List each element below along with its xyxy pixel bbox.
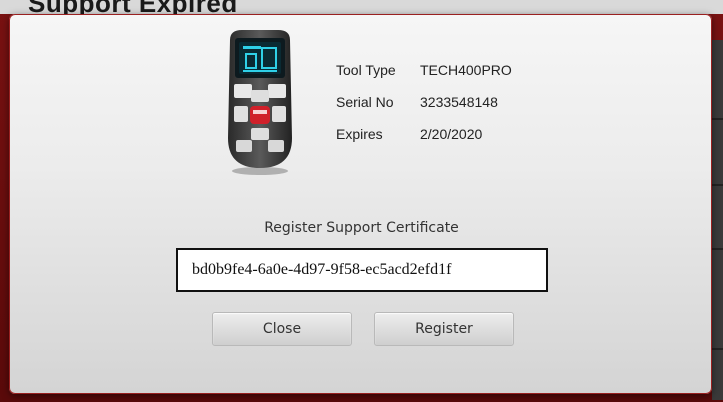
certificate-input[interactable]: [176, 248, 548, 292]
certificate-label: Register Support Certificate: [264, 220, 459, 236]
info-label: Expires: [336, 126, 383, 142]
background-title-text: Support Expired: [28, 0, 238, 14]
info-value: 3233548148: [420, 94, 498, 110]
close-button[interactable]: Close: [212, 312, 352, 346]
info-value: TECH400PRO: [420, 62, 512, 78]
info-label: Tool Type: [336, 62, 396, 78]
register-button[interactable]: Register: [374, 312, 514, 346]
background-title-bar: Support Expired: [0, 0, 723, 14]
tpms-tool-device-icon: [220, 28, 300, 176]
info-value: 2/20/2020: [420, 126, 483, 142]
info-label: Serial No: [336, 94, 394, 110]
